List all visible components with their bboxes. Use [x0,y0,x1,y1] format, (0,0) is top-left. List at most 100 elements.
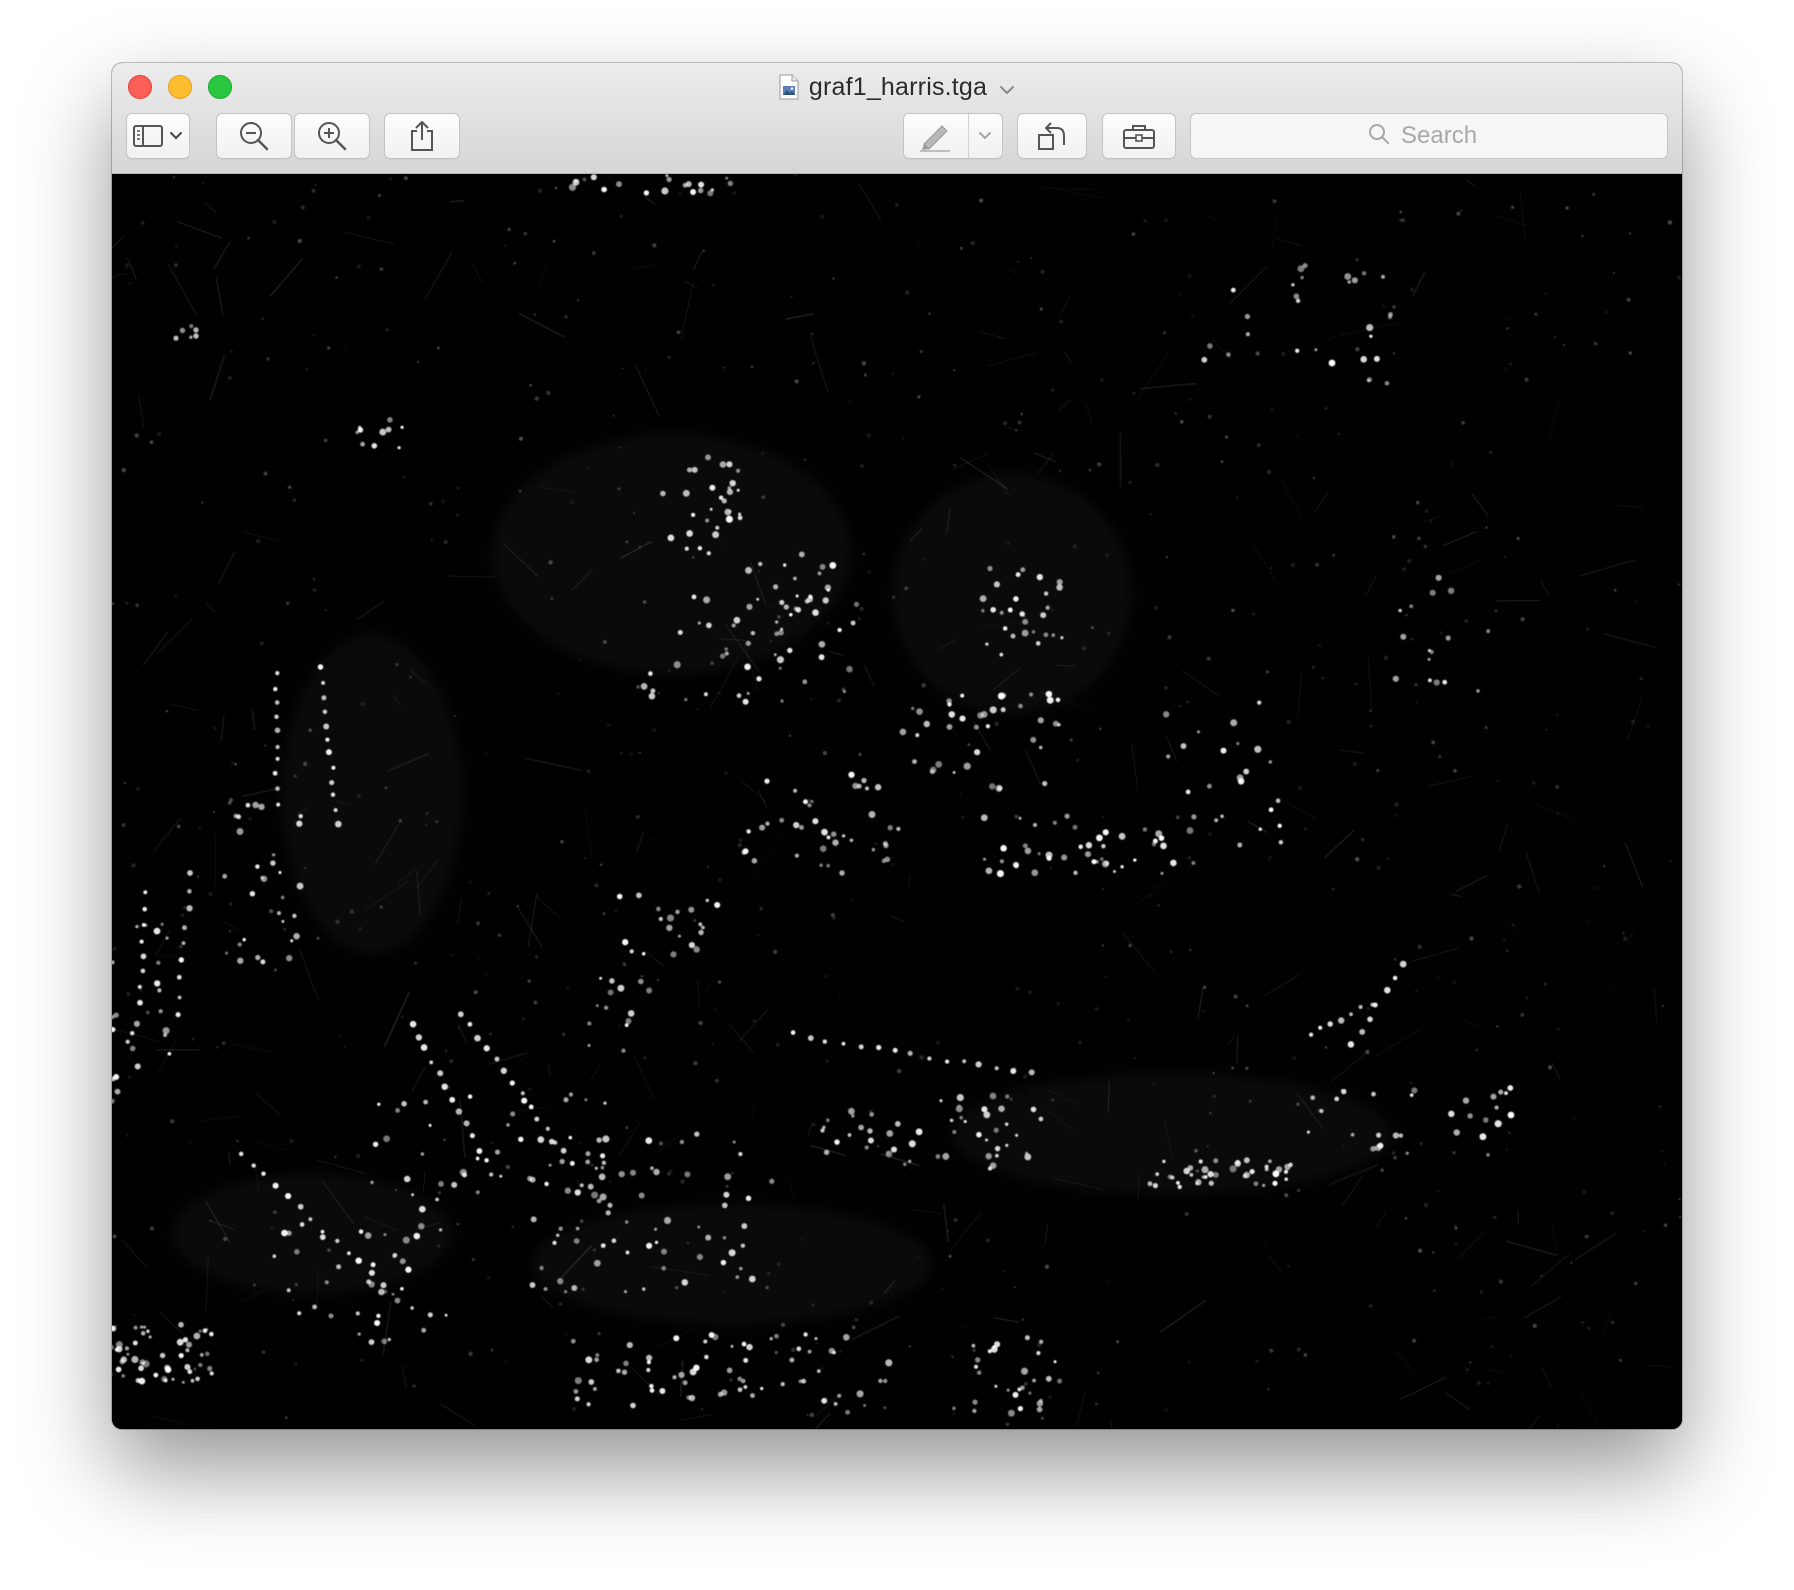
corner-point [1043,591,1049,596]
corner-point [1036,1351,1041,1356]
corner-point [1460,209,1463,212]
corner-point [1024,1153,1032,1161]
search-input[interactable] [1401,122,1491,150]
corner-point [1370,1145,1376,1152]
corner-point [967,743,971,747]
corner-point [1143,218,1147,223]
corner-point [682,182,688,188]
corner-point [420,1044,428,1051]
corner-point [457,1011,464,1018]
corner-point [1235,496,1239,500]
corner-point [1506,327,1509,330]
corner-point [425,811,429,815]
title-bar[interactable]: graf1_harris.tga [112,63,1682,174]
corner-point [186,905,193,912]
corner-point [437,1070,444,1077]
corner-point [293,1361,298,1366]
corner-point [303,761,308,766]
corner-point [1033,823,1037,827]
corner-point [798,551,805,558]
corner-point [1051,633,1056,637]
corner-point [636,685,640,689]
chevron-down-icon[interactable] [978,131,992,141]
corner-point [959,793,962,796]
corner-point [841,1041,846,1046]
corner-point [276,802,281,807]
corner-point [1003,421,1007,425]
corner-point [327,346,331,350]
corner-point [1642,1229,1646,1233]
corner-point [571,1284,578,1292]
corner-point [564,314,568,319]
corner-point [863,373,867,377]
corner-point [993,581,1000,588]
corner-point [1233,994,1238,999]
preview-window: graf1_harris.tga [112,63,1682,1429]
corner-point [1300,275,1304,280]
corner-point [985,1238,990,1243]
corner-point [686,467,693,473]
toolbox-button[interactable] [1102,113,1176,159]
corner-point [489,1032,492,1035]
corner-point [256,538,261,544]
corner-point [1088,468,1092,472]
corner-point [548,1163,552,1167]
corner-point [1520,1013,1525,1017]
corner-point [403,1175,411,1183]
corner-point [176,974,182,980]
corner-point [1350,1132,1355,1137]
corner-point [423,1099,428,1105]
corner-point [756,597,760,601]
corner-point [1453,769,1457,773]
corner-point [585,1159,591,1165]
corner-point [576,299,580,302]
corner-point [704,1354,709,1360]
corner-point [1284,1193,1289,1198]
rotate-button[interactable] [1017,113,1087,159]
corner-point [663,1216,672,1225]
corner-point [788,734,792,737]
corner-point [395,1108,400,1113]
corner-point [163,1033,168,1038]
corner-point [971,1343,976,1348]
corner-point [1355,258,1359,262]
zoom-out-button[interactable] [216,113,292,159]
corner-point [605,1210,611,1216]
corner-point [1020,1367,1029,1375]
corner-point [202,1328,208,1333]
corner-point [1043,632,1049,638]
sidebar-button[interactable] [126,113,190,159]
share-icon [408,119,436,153]
markup-button[interactable] [903,113,1003,159]
corner-point [1281,351,1286,357]
corner-point [1610,1211,1615,1215]
corner-point [908,1159,912,1163]
corner-point [420,1152,425,1156]
corner-point [1402,567,1407,572]
share-button[interactable] [384,113,460,159]
corner-point [560,839,564,844]
corner-point [698,181,705,188]
corner-point [1507,1111,1515,1119]
corner-point [590,174,597,181]
corner-point [1191,814,1197,820]
corner-point [740,1243,746,1248]
chevron-down-icon[interactable] [999,82,1015,94]
corner-point [1658,1105,1662,1108]
corner-point [587,1183,594,1190]
image-canvas[interactable] [112,174,1682,1429]
corner-point [165,936,169,940]
search-field[interactable] [1190,113,1668,159]
corner-point [280,895,285,900]
corner-point [726,461,733,468]
corner-point [1094,1007,1099,1011]
zoom-in-button[interactable] [294,113,370,159]
corner-point [1452,980,1456,984]
corner-point [675,909,680,915]
corner-point [689,1368,697,1376]
window-title-group[interactable]: graf1_harris.tga [112,69,1682,105]
corner-point [706,865,710,869]
corner-point [475,1156,480,1161]
corner-point [733,616,741,624]
corner-point [887,825,893,831]
